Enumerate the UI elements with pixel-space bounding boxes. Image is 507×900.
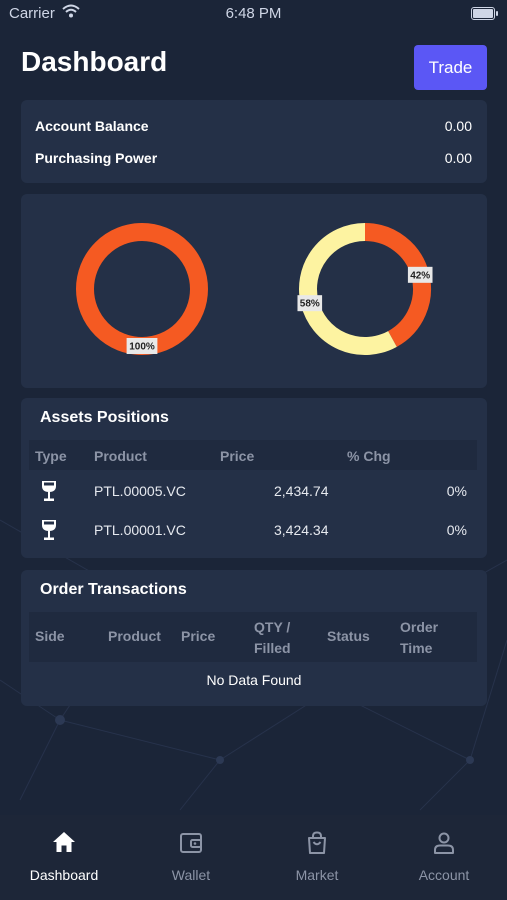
allocation-donut-charts: 100% 42% 58% [76, 223, 433, 355]
svg-text:42%: 42% [410, 270, 430, 281]
asset-change: 0% [446, 483, 467, 499]
battery-icon [471, 7, 498, 20]
balance-card: Account Balance 0.00 Purchasing Power 0.… [21, 100, 487, 183]
trade-button[interactable]: Trade [414, 45, 487, 90]
asset-price: 3,424.34 [274, 522, 329, 538]
col-change: % Chg [347, 448, 391, 464]
assets-title: Assets Positions [40, 409, 169, 426]
page-title: Dashboard [21, 46, 168, 77]
col-type: Type [35, 448, 67, 464]
donut-slice-label: 42% [407, 266, 433, 283]
col-product: Product [108, 628, 161, 644]
bottom-tab-bar: Dashboard Wallet Market Account [0, 815, 507, 900]
home-icon [53, 832, 75, 852]
purchasing-power-value: 0.00 [444, 150, 472, 166]
asset-price: 2,434.74 [274, 483, 329, 499]
assets-positions-card: Assets Positions Type Product Price % Ch… [21, 398, 487, 558]
tab-label: Market [295, 867, 339, 883]
col-product: Product [94, 448, 147, 464]
account-balance-row: Account Balance 0.00 [35, 118, 472, 134]
tab-label: Dashboard [29, 867, 99, 883]
orders-table-header: Side Product Price QTY / Filled Status O… [29, 612, 477, 662]
orders-title: Order Transactions [40, 581, 187, 598]
donut-slice [76, 223, 208, 355]
user-icon [434, 832, 454, 854]
tab-label: Wallet [171, 867, 211, 883]
svg-text:58%: 58% [300, 299, 320, 310]
table-row[interactable]: PTL.00001.VC 3,424.34 0% [29, 511, 477, 549]
donut-slice-label: 100% [126, 338, 158, 354]
table-row[interactable]: PTL.00005.VC 2,434.74 0% [29, 472, 477, 510]
purchasing-power-row: Purchasing Power 0.00 [35, 150, 472, 166]
svg-text:100%: 100% [129, 342, 155, 353]
wallet-icon [180, 833, 202, 853]
col-price: Price [220, 448, 255, 464]
col-side: Side [35, 628, 65, 644]
asset-change: 0% [446, 522, 467, 538]
shopping-bag-icon [308, 831, 326, 854]
account-balance-label: Account Balance [35, 118, 149, 134]
donut-slice-label: 58% [297, 295, 323, 312]
allocation-chart-card: 100% 42% 58% [21, 194, 487, 388]
order-transactions-card: Order Transactions Side Product Price QT… [21, 570, 487, 706]
wine-glass-icon [42, 481, 56, 501]
empty-state-text: No Data Found [206, 672, 302, 688]
status-time: 6:48 PM [225, 5, 282, 22]
wine-glass-icon [42, 520, 56, 540]
purchasing-power-label: Purchasing Power [35, 150, 158, 166]
assets-table-header: Type Product Price % Chg [29, 440, 477, 470]
asset-product: PTL.00001.VC [94, 522, 186, 538]
donut-slice [299, 223, 397, 355]
col-price: Price [181, 628, 216, 644]
tab-label: Account [418, 867, 470, 883]
status-bar: Carrier 6:48 PM [0, 0, 507, 28]
header: Dashboard Trade [0, 40, 507, 92]
col-order-time: Order Time [400, 619, 439, 656]
account-balance-value: 0.00 [444, 118, 472, 134]
asset-product: PTL.00005.VC [94, 483, 186, 499]
col-status: Status [327, 628, 370, 644]
col-qty-filled: QTY / Filled [254, 619, 291, 656]
donut-slice [364, 223, 431, 347]
